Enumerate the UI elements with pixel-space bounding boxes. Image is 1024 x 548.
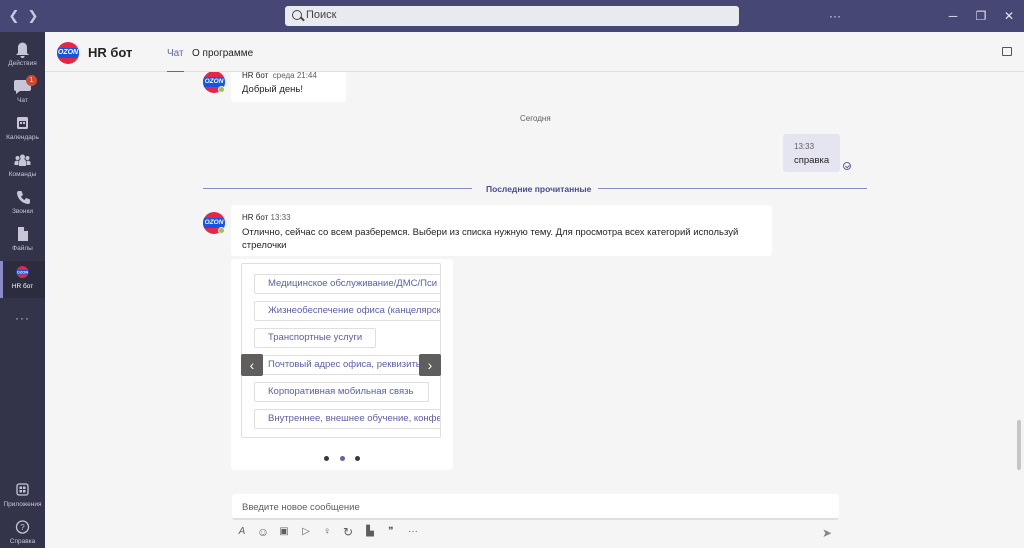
back-arrow-icon[interactable]: ❮ <box>6 8 22 24</box>
popout-icon[interactable] <box>1002 47 1012 56</box>
rail-item-apps[interactable]: Приложения <box>0 479 45 516</box>
message-text: Отлично, сейчас со всем разберемся. Выбе… <box>242 227 739 251</box>
tab-chat[interactable]: Чат <box>167 48 184 73</box>
quote-icon[interactable]: ❞ <box>384 525 398 539</box>
chat-icon <box>14 80 31 94</box>
rail-label: Чат <box>17 97 28 104</box>
ozon-logo-text: OZON <box>17 270 29 275</box>
rail-item-chat[interactable]: 1 Чат <box>0 75 45 112</box>
rail-label: Команды <box>8 171 37 178</box>
rail-item-calls[interactable]: Звонки <box>0 186 45 223</box>
ozon-logo-icon: OZON <box>16 266 29 278</box>
gif-icon[interactable]: ▣ <box>277 525 291 539</box>
message-bubble: HR бот 13:33 Отлично, сейчас со всем раз… <box>231 205 772 256</box>
rail-label: Звонки <box>12 208 33 215</box>
divider <box>598 188 867 189</box>
option-button[interactable]: Транспортные услуги <box>254 328 376 348</box>
carousel-next-button[interactable]: › <box>419 354 441 376</box>
rail-item-calendar[interactable]: Календарь <box>0 112 45 149</box>
rail-item-files[interactable]: Файлы <box>0 223 45 260</box>
carousel-prev-button[interactable]: ‹ <box>241 354 263 376</box>
rail-item-help[interactable]: ? Справка <box>0 516 45 548</box>
unread-badge: 1 <box>26 75 37 86</box>
composer-placeholder: Введите новое сообщение <box>242 502 360 513</box>
tab-about[interactable]: О программе <box>192 48 253 59</box>
bell-icon <box>16 42 29 58</box>
search-placeholder: Поиск <box>306 9 337 21</box>
chat-area: OZON HR бот среда 21:44 Добрый день! Сег… <box>45 72 1024 490</box>
chat-header: OZON HR бот Чат О программе <box>45 32 1024 73</box>
close-icon[interactable]: ✕ <box>999 6 1019 26</box>
rail-item-activity[interactable]: Действия <box>0 38 45 75</box>
message-bubble: HR бот среда 21:44 Добрый день! <box>231 72 346 102</box>
ozon-logo-text: OZON <box>57 48 79 58</box>
search-input[interactable]: Поиск <box>285 6 739 26</box>
option-button[interactable]: Медицинское обслуживание/ДМС/Пси <box>254 274 440 294</box>
message-sender: HR бот <box>242 213 269 222</box>
rail-label: Календарь <box>6 134 39 141</box>
phone-icon <box>17 191 30 204</box>
rail-more-apps-icon[interactable]: ··· <box>0 308 45 328</box>
sticker-icon[interactable]: ▷ <box>299 525 313 539</box>
scrollbar[interactable] <box>1017 420 1021 470</box>
restore-icon[interactable]: ❐ <box>971 6 991 26</box>
apps-icon <box>16 483 29 496</box>
teams-icon <box>14 154 31 166</box>
presence-indicator <box>218 227 225 234</box>
my-message-bubble: 13:33 справка <box>783 134 840 172</box>
rail-item-hr-bot[interactable]: OZON HR бот <box>0 261 45 298</box>
praise-icon[interactable]: ♀ <box>320 525 334 539</box>
option-button[interactable]: Внутреннее, внешнее обучение, конфе <box>254 409 440 429</box>
option-button[interactable]: Жизнеобеспечение офиса (канцелярск <box>254 301 440 321</box>
minimize-icon[interactable]: ─ <box>943 6 963 26</box>
rail-label: Приложения <box>3 501 42 508</box>
help-icon: ? <box>15 520 30 534</box>
carousel-dot-3[interactable] <box>355 456 360 461</box>
more-options-icon[interactable]: ··· <box>825 6 845 26</box>
option-button[interactable]: Корпоративная мобильная связь <box>254 382 429 402</box>
loop-icon[interactable]: ↻ <box>341 525 355 539</box>
format-icon[interactable]: A <box>235 525 249 539</box>
carousel-page: Медицинское обслуживание/ДМС/Пси Жизнеоб… <box>241 263 441 438</box>
approvals-icon[interactable]: ▙ <box>363 525 377 539</box>
presence-indicator <box>218 86 225 93</box>
carousel-dot-1[interactable] <box>324 456 329 461</box>
rail-label: Справка <box>9 538 36 545</box>
message-meta: HR бот 13:33 <box>242 213 291 222</box>
message-composer[interactable]: Введите новое сообщение <box>232 494 839 520</box>
bot-avatar: OZON <box>57 42 79 64</box>
file-icon <box>18 227 28 241</box>
search-icon <box>292 10 302 20</box>
divider <box>203 188 472 189</box>
app-rail: Действия 1 Чат Календарь Команды Звонки … <box>0 32 45 548</box>
page-title: HR бот <box>88 45 133 60</box>
more-icon[interactable]: ··· <box>405 525 421 539</box>
rail-item-teams[interactable]: Команды <box>0 149 45 186</box>
last-read-label: Последние прочитанные <box>486 184 592 194</box>
title-bar: ❮ ❯ Поиск ··· ─ ❐ ✕ <box>0 0 1024 32</box>
rail-label: HR бот <box>11 283 34 290</box>
forward-arrow-icon[interactable]: ❯ <box>25 8 41 24</box>
message-text: Добрый день! <box>242 84 303 95</box>
carousel-dot-2[interactable] <box>340 456 345 461</box>
message-meta: HR бот среда 21:44 <box>242 72 317 80</box>
message-time: среда 21:44 <box>272 72 317 80</box>
calendar-icon <box>17 117 28 129</box>
message-sender: HR бот <box>242 72 269 80</box>
read-receipt-icon <box>843 162 851 170</box>
svg-text:?: ? <box>20 523 25 532</box>
date-separator: Сегодня <box>520 114 551 123</box>
rail-label: Файлы <box>12 245 33 252</box>
message-time: 13:33 <box>794 142 815 151</box>
message-text: справка <box>794 155 830 166</box>
send-button[interactable]: ➤ <box>820 526 834 540</box>
emoji-icon[interactable]: ☺ <box>256 525 270 539</box>
message-time: 13:33 <box>270 213 291 222</box>
option-button[interactable]: Почтовый адрес офиса, реквизиты <box>254 355 440 375</box>
rail-label: Действия <box>8 60 37 67</box>
